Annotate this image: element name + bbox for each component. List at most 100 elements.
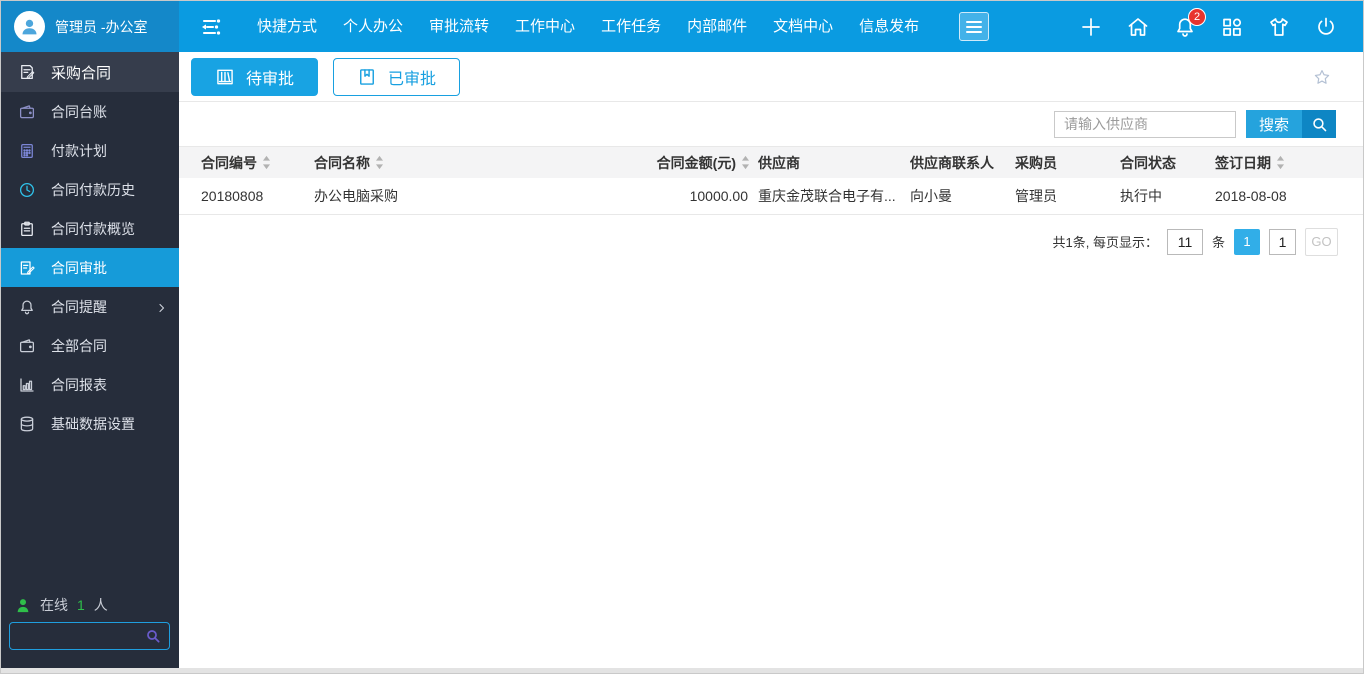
column-header-3[interactable]: 合同金额(元) xyxy=(616,147,758,178)
sidebar-item-4[interactable]: 合同付款历史 xyxy=(1,170,179,209)
sort-icon[interactable] xyxy=(375,155,384,170)
nav-item-7[interactable]: 文档中心 xyxy=(760,1,846,52)
supplier-search-input[interactable] xyxy=(1053,110,1236,138)
top-nav: 快捷方式 个人办公 审批流转 工作中心 工作任务 内部邮件 文档中心 信息发布 xyxy=(244,1,932,52)
notification-badge: 2 xyxy=(1188,7,1206,26)
column-label: 合同状态 xyxy=(1120,154,1176,171)
shirt-icon[interactable] xyxy=(1267,15,1291,39)
sidebar-item-label: 合同台账 xyxy=(51,103,107,120)
tab-1[interactable]: 待审批 xyxy=(191,57,319,96)
avatar xyxy=(14,11,45,42)
chart-icon xyxy=(18,376,36,394)
online-count: 1 xyxy=(77,597,85,613)
plus-icon[interactable] xyxy=(1079,15,1103,39)
favorite-star-icon[interactable] xyxy=(1313,68,1331,86)
column-label: 合同名称 xyxy=(314,154,370,171)
notifications-bell-icon[interactable]: 2 xyxy=(1173,7,1206,39)
table-header-row: 合同编号 合同名称 合同金额(元) 供应商 供应商联系人 采购员 合同状态 签订日期 xyxy=(179,147,1363,178)
sidebar-item-label: 合同审批 xyxy=(51,259,107,276)
nav-item-8[interactable]: 信息发布 xyxy=(846,1,932,52)
clipboard-icon xyxy=(18,220,36,238)
column-label: 采购员 xyxy=(1015,154,1057,171)
go-button[interactable]: GO xyxy=(1305,227,1338,256)
sidebar-item-label: 合同付款概览 xyxy=(51,220,135,237)
column-label: 供应商联系人 xyxy=(910,154,994,171)
page-size-input[interactable] xyxy=(1166,228,1203,255)
contracts-table: 合同编号 合同名称 合同金额(元) 供应商 供应商联系人 采购员 合同状态 签订日期 2018… xyxy=(179,147,1363,215)
nav-item-6[interactable]: 内部邮件 xyxy=(674,1,760,52)
book-icon xyxy=(357,67,377,87)
sidebar: 采购合同合同台账付款计划合同付款历史 合同付款概览 合同审批合同提醒全部合同合同报表… xyxy=(1,52,179,668)
collapse-sidebar-icon[interactable] xyxy=(198,15,224,39)
sidebar-item-label: 合同报表 xyxy=(51,376,107,393)
topbar-icon-group: 2 xyxy=(1079,7,1363,39)
column-header-8[interactable]: 签订日期 xyxy=(1215,147,1363,178)
page-number-button[interactable]: 1 xyxy=(1234,228,1260,255)
clock-icon xyxy=(18,181,36,199)
tab-label: 已审批 xyxy=(388,70,437,88)
nav-item-1[interactable]: 快捷方式 xyxy=(244,1,330,52)
table-cell: 重庆金茂联合电子有... xyxy=(758,187,896,204)
tab-2[interactable]: 已审批 xyxy=(333,57,461,96)
column-header-7: 合同状态 xyxy=(1120,147,1215,178)
sidebar-item-8[interactable]: 全部合同 xyxy=(1,326,179,365)
table-cell: 办公电脑采购 xyxy=(314,187,398,204)
bell-icon xyxy=(18,298,36,316)
table-cell: 2018-08-08 xyxy=(1215,187,1287,204)
pagination-summary: 共1条, 每页显示： xyxy=(1052,235,1158,250)
column-label: 合同金额(元) xyxy=(656,154,736,171)
sidebar-item-label: 基础数据设置 xyxy=(51,415,135,432)
sort-icon[interactable] xyxy=(1276,155,1285,170)
apps-icon[interactable] xyxy=(1220,15,1244,39)
bookshelf-icon xyxy=(215,67,235,87)
power-icon[interactable] xyxy=(1314,15,1338,39)
user-profile[interactable]: 管理员 -办公室 xyxy=(1,1,179,52)
database-icon xyxy=(18,415,36,433)
sidebar-item-6[interactable]: 合同审批 xyxy=(1,248,179,287)
contract-document-icon xyxy=(18,63,36,81)
nav-item-5[interactable]: 工作任务 xyxy=(588,1,674,52)
nav-item-3[interactable]: 审批流转 xyxy=(416,1,502,52)
sidebar-item-label: 采购合同 xyxy=(51,64,112,82)
sidebar-item-1[interactable]: 采购合同 xyxy=(1,52,179,92)
table-row[interactable]: 20180808 办公电脑采购 10000.00 重庆金茂联合电子有... 向小曼 管理员… xyxy=(179,178,1363,214)
sidebar-item-5[interactable]: 合同付款概览 xyxy=(1,209,179,248)
column-header-5: 供应商联系人 xyxy=(910,147,1015,178)
search-icon xyxy=(1302,110,1336,138)
sidebar-search-input[interactable] xyxy=(18,627,145,645)
window-bottom-edge xyxy=(1,668,1363,673)
more-menu-button[interactable] xyxy=(959,12,990,41)
table-cell: 执行中 xyxy=(1120,187,1162,204)
wallet-icon xyxy=(18,337,36,355)
column-header-1[interactable]: 合同编号 xyxy=(179,147,314,178)
search-button-label: 搜索 xyxy=(1245,110,1302,138)
sidebar-item-3[interactable]: 付款计划 xyxy=(1,131,179,170)
sidebar-item-10[interactable]: 基础数据设置 xyxy=(1,404,179,443)
column-header-4: 供应商 xyxy=(758,147,910,178)
nav-item-4[interactable]: 工作中心 xyxy=(502,1,588,52)
sidebar-item-7[interactable]: 合同提醒 xyxy=(1,287,179,326)
pagination: 共1条, 每页显示： 条 1 GO xyxy=(179,215,1363,256)
page-size-unit: 条 xyxy=(1211,235,1225,250)
column-label: 供应商 xyxy=(758,154,800,171)
column-header-6: 采购员 xyxy=(1015,147,1120,178)
nav-item-2[interactable]: 个人办公 xyxy=(330,1,416,52)
sidebar-item-label: 付款计划 xyxy=(51,142,107,159)
sidebar-item-label: 合同付款历史 xyxy=(51,181,135,198)
document-approve-icon xyxy=(18,259,36,277)
search-button[interactable]: 搜索 xyxy=(1245,110,1336,138)
online-unit: 人 xyxy=(93,597,108,613)
column-header-2[interactable]: 合同名称 xyxy=(314,147,616,178)
wallet-icon xyxy=(18,103,36,121)
goto-page-input[interactable] xyxy=(1269,228,1296,255)
sort-icon[interactable] xyxy=(262,155,271,170)
sidebar-item-2[interactable]: 合同台账 xyxy=(1,92,179,131)
online-status: 在线 1 人 xyxy=(15,595,108,615)
sidebar-item-label: 全部合同 xyxy=(51,337,107,354)
sidebar-item-9[interactable]: 合同报表 xyxy=(1,365,179,404)
sidebar-search-icon[interactable] xyxy=(145,628,161,644)
tabs-row: 待审批 已审批 xyxy=(179,52,1363,102)
sort-icon[interactable] xyxy=(741,155,750,170)
top-bar: 管理员 -办公室 快捷方式 个人办公 审批流转 工作中心 工作任务 内部邮件 文档中心 信息发… xyxy=(1,1,1363,52)
home-icon[interactable] xyxy=(1126,15,1150,39)
